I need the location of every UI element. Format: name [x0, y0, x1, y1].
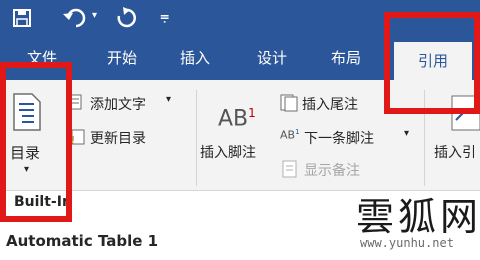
- group-divider: [196, 90, 197, 186]
- undo-dropdown-icon[interactable]: ▾: [92, 10, 97, 21]
- add-text-dropdown-icon[interactable]: ▾: [166, 94, 171, 105]
- add-text-button[interactable]: 添加文字: [90, 94, 146, 114]
- tab-insert[interactable]: 插入: [175, 44, 215, 72]
- footnote-icon[interactable]: AB1: [218, 106, 256, 131]
- update-toc-button[interactable]: 更新目录: [90, 128, 146, 148]
- show-notes-icon[interactable]: [282, 160, 298, 178]
- watermark-url: www.yunhu.net: [360, 236, 454, 250]
- show-notes-button: 显示备注: [304, 163, 360, 179]
- insert-endnote-button[interactable]: 插入尾注: [302, 94, 358, 114]
- next-footnote-dropdown-icon[interactable]: ▾: [404, 128, 409, 139]
- update-toc-icon[interactable]: !: [70, 128, 88, 146]
- toc-gallery-item[interactable]: Automatic Table 1: [6, 232, 158, 250]
- tab-home[interactable]: 开始: [102, 44, 142, 72]
- redo-icon[interactable]: [114, 6, 138, 28]
- highlight-references-tab-box: [384, 12, 480, 114]
- highlight-toc-box: [0, 62, 72, 222]
- save-icon[interactable]: [12, 8, 32, 28]
- insert-endnote-icon[interactable]: [280, 94, 300, 112]
- tab-design[interactable]: 设计: [252, 44, 292, 72]
- insert-footnote-button[interactable]: 插入脚注: [200, 142, 256, 162]
- watermark-name: 雲狐网: [356, 195, 480, 239]
- customize-icon[interactable]: ⩦: [160, 6, 169, 26]
- next-footnote-button[interactable]: 下一条脚注: [304, 128, 374, 148]
- tab-layout[interactable]: 布局: [326, 44, 366, 72]
- next-footnote-icon[interactable]: AB1: [280, 128, 300, 142]
- undo-icon[interactable]: [62, 6, 88, 28]
- insert-citation-button[interactable]: 插入引: [434, 142, 476, 162]
- watermark: 雲狐网 www.yunhu.net: [352, 186, 480, 256]
